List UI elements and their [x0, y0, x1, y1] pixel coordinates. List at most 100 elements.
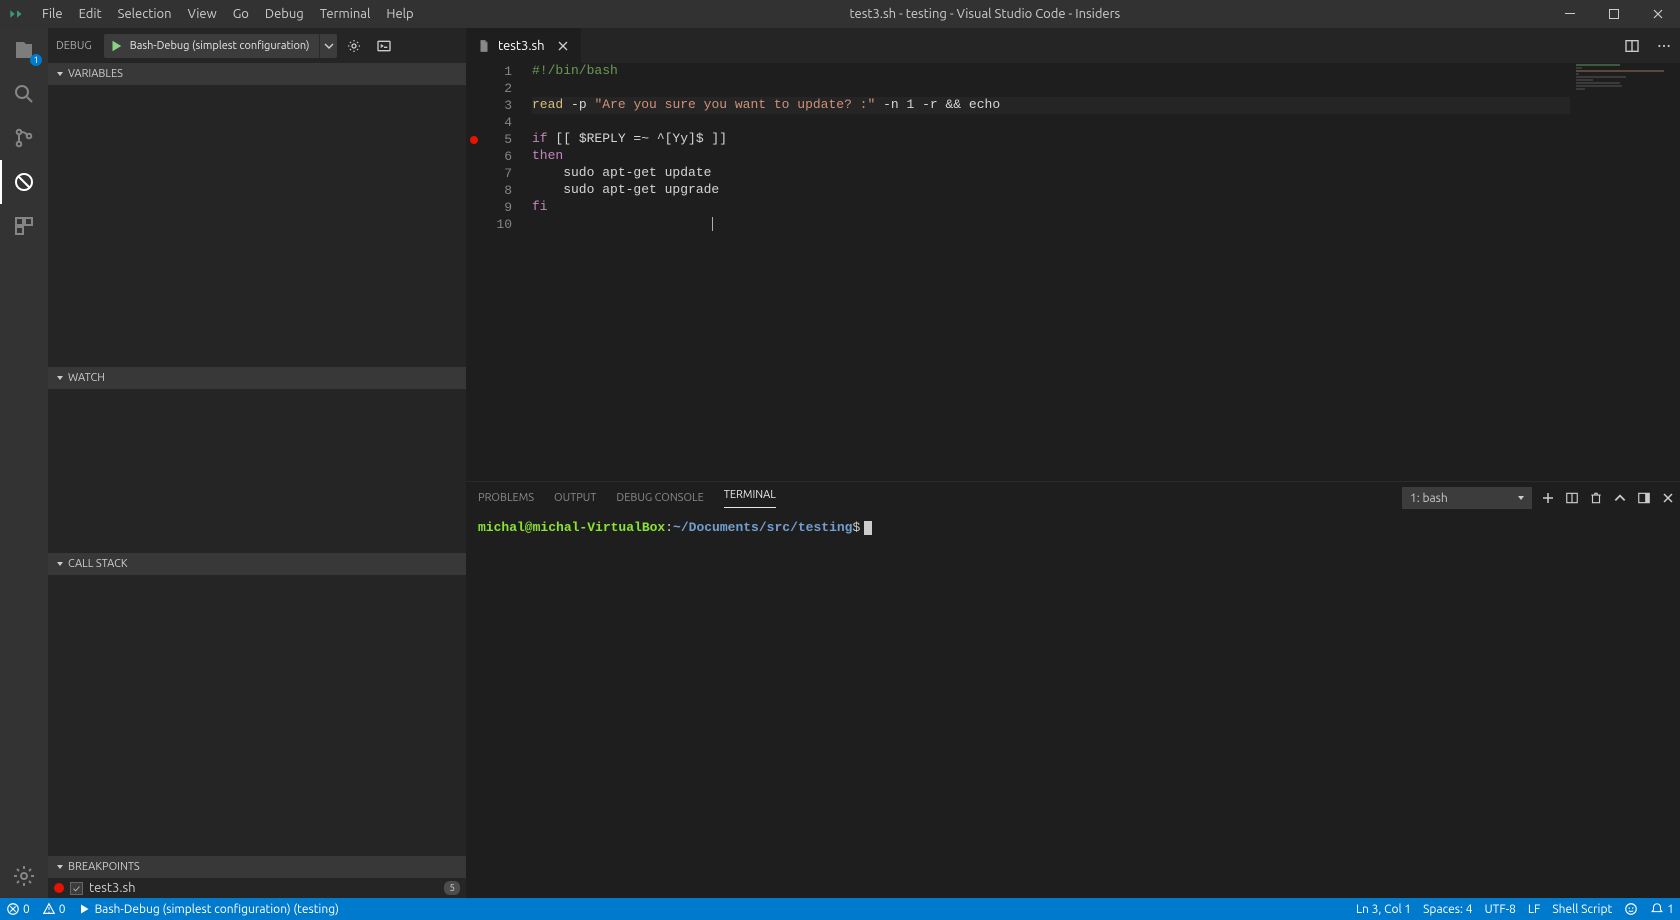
more-actions-button[interactable]	[1648, 28, 1680, 63]
status-eol[interactable]: LF	[1522, 898, 1546, 920]
menu-view[interactable]: View	[180, 0, 225, 28]
activity-bar: 1	[0, 28, 48, 898]
breakpoint-row[interactable]: ✓ test3.sh 5	[48, 878, 466, 898]
code-token: -n 1 -r && echo	[875, 97, 1000, 112]
split-terminal-button[interactable]	[1560, 491, 1584, 505]
code-token: sudo apt-get upgrade	[532, 182, 719, 197]
code-line: #!/bin/bash	[532, 63, 618, 78]
code-token: read	[532, 97, 563, 112]
breakpoint-gutter-icon[interactable]	[470, 136, 478, 144]
section-header-callstack[interactable]: Call Stack	[48, 553, 466, 575]
editor-cursor	[712, 217, 713, 231]
debug-sidebar: Debug Bash-Debug (simplest configuration…	[48, 28, 466, 898]
breakpoint-checkbox[interactable]: ✓	[70, 882, 83, 895]
status-errors[interactable]: 0	[0, 898, 36, 920]
panel-tab-terminal[interactable]: Terminal	[724, 489, 776, 508]
editor-tab-bar: test3.sh	[466, 28, 1680, 63]
tab-close-button[interactable]	[555, 40, 571, 52]
section-header-breakpoints[interactable]: Breakpoints	[48, 856, 466, 878]
terminal-cursor	[864, 521, 872, 535]
editor-gutter[interactable]: 1 2 3 4 5 6 7 8 9 10	[466, 63, 526, 481]
kill-terminal-button[interactable]	[1584, 491, 1608, 505]
start-debug-button[interactable]	[104, 39, 128, 53]
chevron-down-icon	[52, 862, 68, 872]
editor-tab-label: test3.sh	[498, 39, 545, 53]
breakpoint-line-badge: 5	[444, 881, 460, 895]
panel-close-button[interactable]	[1656, 492, 1680, 504]
section-variables: Variables	[48, 63, 466, 367]
menu-bar: File Edit Selection View Go Debug Termin…	[34, 0, 422, 28]
breakpoint-file: test3.sh	[89, 881, 136, 895]
window-close-button[interactable]	[1636, 0, 1680, 28]
code-token: "Are you sure you want to update? :"	[594, 97, 875, 112]
menu-file[interactable]: File	[34, 0, 71, 28]
status-encoding[interactable]: UTF-8	[1478, 898, 1521, 920]
terminal-prompt: $	[852, 520, 860, 535]
code-token: if	[532, 131, 548, 146]
status-launch[interactable]: Bash-Debug (simplest configuration) (tes…	[72, 898, 345, 920]
terminal-selector[interactable]: 1: bash	[1402, 487, 1532, 509]
status-notifications[interactable]: 1	[1644, 898, 1680, 920]
panel-maximize-button[interactable]	[1608, 491, 1632, 505]
status-bar: 0 0 Bash-Debug (simplest configuration) …	[0, 898, 1680, 920]
chevron-down-icon	[52, 373, 68, 383]
section-title-callstack: Call Stack	[68, 558, 128, 570]
editor-tab[interactable]: test3.sh	[466, 28, 582, 63]
status-lncol[interactable]: Ln 3, Col 1	[1350, 898, 1417, 920]
split-editor-button[interactable]	[1616, 28, 1648, 63]
bottom-panel: Problems Output Debug Console Terminal 1…	[466, 481, 1680, 898]
app-logo-icon	[0, 5, 34, 23]
terminal-body[interactable]: michal@michal-VirtualBox:~/Documents/src…	[466, 514, 1680, 898]
debug-console-button[interactable]	[371, 38, 397, 54]
new-terminal-button[interactable]	[1536, 491, 1560, 505]
activity-extensions[interactable]	[0, 204, 48, 248]
section-title-breakpoints: Breakpoints	[68, 861, 140, 873]
terminal-selector-label: 1: bash	[1410, 492, 1448, 505]
section-header-variables[interactable]: Variables	[48, 63, 466, 85]
editor-code[interactable]: #!/bin/bash read -p "Are you sure you wa…	[526, 63, 1680, 481]
status-feedback[interactable]	[1618, 898, 1644, 920]
window-maximize-button[interactable]	[1592, 0, 1636, 28]
debug-config-selector[interactable]: Bash-Debug (simplest configuration)	[104, 34, 338, 58]
panel-tab-bar: Problems Output Debug Console Terminal 1…	[466, 482, 1680, 514]
status-lang[interactable]: Shell Script	[1546, 898, 1618, 920]
activity-debug[interactable]	[0, 160, 48, 204]
code-token: then	[532, 148, 563, 163]
activity-search[interactable]	[0, 72, 48, 116]
panel-move-button[interactable]	[1632, 491, 1656, 505]
activity-scm[interactable]	[0, 116, 48, 160]
section-callstack: Call Stack	[48, 553, 466, 759]
activity-explorer[interactable]: 1	[0, 28, 48, 72]
terminal-user: michal@michal-VirtualBox	[478, 520, 665, 535]
debug-config-name: Bash-Debug (simplest configuration)	[128, 40, 320, 52]
section-title-variables: Variables	[68, 68, 123, 80]
section-title-watch: Watch	[68, 372, 105, 384]
code-token: fi	[532, 199, 548, 214]
menu-debug[interactable]: Debug	[257, 0, 312, 28]
file-icon	[476, 38, 492, 54]
window-controls	[1548, 0, 1680, 28]
section-header-watch[interactable]: Watch	[48, 367, 466, 389]
panel-tab-debugconsole[interactable]: Debug Console	[616, 492, 703, 504]
debug-title: Debug	[56, 40, 100, 52]
status-warnings[interactable]: 0	[36, 898, 72, 920]
menu-help[interactable]: Help	[378, 0, 421, 28]
debug-header: Debug Bash-Debug (simplest configuration…	[48, 28, 466, 63]
title-bar: File Edit Selection View Go Debug Termin…	[0, 0, 1680, 28]
menu-selection[interactable]: Selection	[110, 0, 180, 28]
window-minimize-button[interactable]	[1548, 0, 1592, 28]
terminal-path: ~/Documents/src/testing	[673, 520, 852, 535]
panel-tab-problems[interactable]: Problems	[478, 492, 534, 504]
panel-tab-output[interactable]: Output	[554, 492, 596, 504]
terminal-sep: :	[665, 520, 673, 535]
editor[interactable]: 1 2 3 4 5 6 7 8 9 10 #!/bin/bash read -p…	[466, 63, 1680, 481]
window-title: test3.sh - testing - Visual Studio Code …	[422, 7, 1548, 21]
activity-settings[interactable]	[0, 854, 48, 898]
code-token: [[ $REPLY =~ ^[Yy]$ ]]	[548, 131, 727, 146]
debug-settings-button[interactable]	[341, 38, 367, 54]
chevron-down-icon[interactable]	[319, 34, 337, 58]
menu-terminal[interactable]: Terminal	[312, 0, 379, 28]
status-spaces[interactable]: Spaces: 4	[1417, 898, 1478, 920]
menu-go[interactable]: Go	[225, 0, 257, 28]
menu-edit[interactable]: Edit	[71, 0, 110, 28]
